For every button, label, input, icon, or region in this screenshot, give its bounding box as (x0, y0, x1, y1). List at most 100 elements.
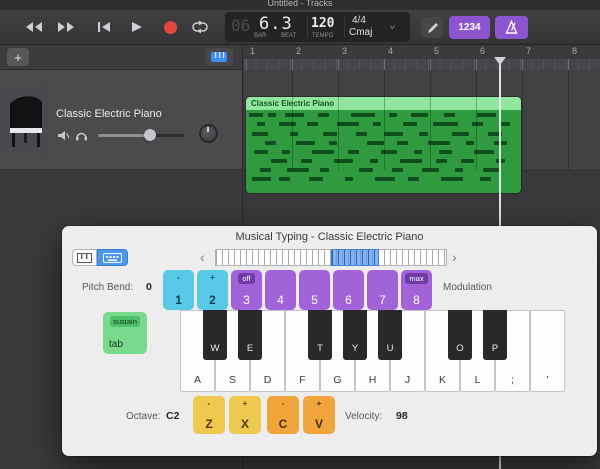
key-label: X (229, 417, 261, 431)
track-row-classic-electric-piano[interactable]: Classic Electric Piano (0, 70, 242, 170)
add-track-button[interactable]: + (7, 48, 29, 66)
midi-note (370, 159, 378, 163)
ruler-bar-label: 7 (526, 46, 531, 56)
midi-note (348, 150, 359, 154)
volume-slider[interactable] (98, 129, 184, 141)
fast-forward-button[interactable] (52, 15, 80, 39)
midi-note (254, 150, 268, 154)
black-key-Y[interactable]: Y (343, 310, 367, 360)
fast-forward-icon (56, 20, 76, 34)
midi-note (389, 113, 397, 117)
midi-note (397, 141, 408, 145)
midi-note (301, 159, 312, 163)
black-key-label: Y (343, 343, 367, 354)
midi-note (260, 168, 271, 172)
record-button[interactable] (156, 15, 184, 39)
black-key-T[interactable]: T (308, 310, 332, 360)
midi-note (408, 177, 419, 181)
play-icon (129, 20, 143, 34)
midi-note (433, 122, 458, 126)
musical-typing-key-C[interactable]: -C (267, 396, 299, 434)
mute-button[interactable] (55, 128, 71, 142)
midi-note (271, 159, 288, 163)
pencil-button[interactable] (421, 17, 443, 38)
midi-note (400, 159, 422, 163)
black-key-O[interactable]: O (448, 310, 472, 360)
midi-note (285, 113, 304, 117)
midi-note (345, 177, 353, 181)
musical-typing-window[interactable]: Musical Typing - Classic Electric Piano … (62, 226, 597, 456)
midi-note (249, 113, 263, 117)
midi-note (499, 122, 510, 126)
rewind-button[interactable] (20, 15, 48, 39)
bar-gridline (430, 70, 431, 170)
play-button[interactable] (122, 15, 150, 39)
track-column-header: + (0, 45, 242, 70)
ruler-bar-label: 5 (434, 46, 439, 56)
midi-note (403, 122, 417, 126)
black-key-label: P (483, 343, 507, 354)
lcd-divider (344, 16, 345, 38)
toolbar: 06 6.3 BAR BEAT 120 TEMPO 4/4 Cmaj ⌄ 123… (0, 10, 600, 45)
ruler-bar-tick (246, 59, 247, 70)
musical-typing-key-Z[interactable]: -Z (193, 396, 225, 434)
key-label: C (267, 417, 299, 431)
go-to-beginning-button[interactable] (90, 15, 118, 39)
lcd-display[interactable]: 06 6.3 BAR BEAT 120 TEMPO 4/4 Cmaj ⌄ (225, 12, 410, 42)
black-key-label: O (448, 343, 472, 354)
ruler-bar-label: 3 (342, 46, 347, 56)
midi-note (375, 177, 394, 181)
midi-note (414, 150, 422, 154)
keyboard-blue-icon (210, 51, 228, 63)
bar-gridline (522, 70, 523, 170)
velocity-value: 98 (396, 410, 408, 422)
musical-typing-key-X[interactable]: +X (229, 396, 261, 434)
pan-knob[interactable] (199, 124, 218, 143)
velocity-label: Velocity: (345, 411, 382, 422)
midi-note (452, 132, 469, 136)
midi-note (441, 177, 463, 181)
solo-button[interactable] (73, 128, 89, 142)
ruler-bar-label: 4 (388, 46, 393, 56)
lcd-bar-label: BAR (254, 33, 266, 39)
midi-note (329, 141, 337, 145)
black-key-U[interactable]: U (378, 310, 402, 360)
midi-note (461, 159, 475, 163)
musical-typing-key-V[interactable]: +V (303, 396, 335, 434)
midi-note (373, 122, 381, 126)
bar-ruler[interactable]: 12345678 (244, 45, 600, 70)
black-key-E[interactable]: E (238, 310, 262, 360)
chevron-down-icon[interactable]: ⌄ (389, 18, 396, 31)
track-lane[interactable]: Classic Electric Piano (244, 70, 600, 171)
mute-speaker-icon (57, 130, 70, 141)
black-key-P[interactable]: P (483, 310, 507, 360)
lcd-ghost-digits: 06 (231, 16, 250, 35)
midi-note (296, 141, 315, 145)
rewind-icon (24, 20, 44, 34)
ruler-bar-tick (476, 59, 477, 70)
midi-note (472, 122, 483, 126)
ruler-bar-tick (292, 59, 293, 70)
catch-playhead-button[interactable] (205, 48, 233, 66)
midi-note (480, 177, 491, 181)
ruler-bar-label: 2 (296, 46, 301, 56)
cycle-button[interactable] (186, 15, 214, 39)
midi-note (252, 177, 271, 181)
ruler-bar-tick (338, 59, 339, 70)
count-in-button[interactable]: 1234 (449, 16, 490, 39)
black-key-W[interactable]: W (203, 310, 227, 360)
playhead-marker[interactable] (494, 57, 506, 65)
midi-note (309, 177, 323, 181)
midi-note (351, 113, 376, 117)
midi-note (282, 150, 290, 154)
ruler-bar-tick (522, 59, 523, 70)
metronome-button[interactable] (495, 16, 528, 39)
midi-note (367, 141, 384, 145)
volume-slider-thumb[interactable] (144, 129, 156, 141)
midi-note (318, 113, 329, 117)
lcd-beat-label: BEAT (281, 33, 296, 39)
ruler-bar-tick (568, 59, 569, 70)
go-to-beginning-icon (96, 20, 112, 34)
track-name: Classic Electric Piano (56, 108, 162, 120)
lcd-tempo-label: TEMPO (312, 33, 333, 39)
